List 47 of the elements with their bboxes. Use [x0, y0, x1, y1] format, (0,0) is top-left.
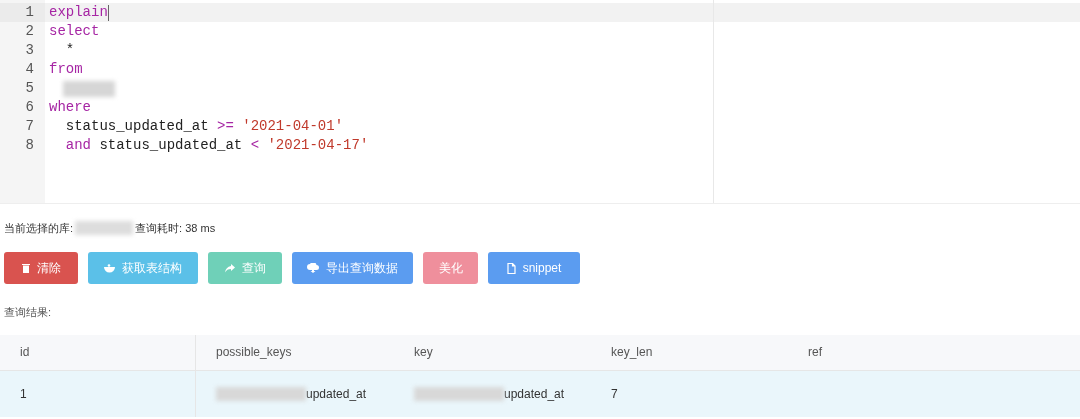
- column-header: key_len: [611, 344, 653, 361]
- code-token: status_updated_at: [98, 136, 244, 155]
- table-cell-text: updated_at: [306, 385, 367, 403]
- code-token: explain: [49, 3, 108, 22]
- line-number: 4: [25, 61, 34, 77]
- code-editor[interactable]: 1 2 3 4 5 6 7 8 explain select * from where status_updated_at >= '2021-04-01' and status_updated_at < '2021-04-17': [0, 0, 1080, 204]
- cloud-download-icon: [307, 263, 319, 273]
- column-header: ref: [808, 344, 822, 361]
- line-number: 7: [25, 118, 34, 134]
- code-token: where: [49, 98, 91, 117]
- action-button[interactable]: 导出查询数据: [292, 252, 413, 284]
- action-button[interactable]: snippet: [488, 252, 580, 284]
- code-token: <: [250, 136, 260, 155]
- query-time: 查询耗时: 38 ms: [135, 220, 216, 236]
- column-header: id: [20, 344, 30, 361]
- text-cursor: [107, 4, 109, 21]
- table-cell-text: 7: [611, 385, 618, 403]
- results-label: 查询结果:: [4, 305, 53, 320]
- document-icon: [506, 262, 516, 274]
- line-number: 8: [25, 137, 34, 153]
- line-number: 5: [25, 80, 34, 96]
- code-token: select: [49, 22, 100, 41]
- action-button[interactable]: 清除: [4, 252, 78, 284]
- code-token: '2021-04-17': [266, 136, 369, 155]
- database-label: 当前选择的库:: [4, 220, 74, 236]
- blurred-text: [75, 221, 134, 235]
- line-number: 6: [25, 99, 34, 115]
- table-cell-text: 1: [20, 385, 27, 403]
- code-token: and: [64, 136, 91, 155]
- bowl-icon: [104, 263, 115, 273]
- column-header: key: [414, 344, 433, 361]
- blurred-text: [63, 80, 115, 97]
- share-arrow-icon: [224, 263, 235, 273]
- action-button[interactable]: 获取表结构: [88, 252, 198, 284]
- code-token: '2021-04-01': [241, 117, 344, 136]
- line-number: 1: [25, 4, 34, 20]
- code-token: *: [64, 41, 75, 60]
- action-button[interactable]: 查询: [208, 252, 282, 284]
- table-cell-text: updated_at: [504, 385, 565, 403]
- action-button[interactable]: 美化: [423, 252, 478, 284]
- column-header: possible_keys: [216, 344, 292, 361]
- line-number: 3: [25, 42, 34, 58]
- code-token: >=: [217, 117, 234, 136]
- code-token: from: [49, 60, 83, 79]
- code-token: status_updated_at: [64, 117, 210, 136]
- trash-icon: [21, 263, 30, 273]
- line-number: 2: [25, 23, 34, 39]
